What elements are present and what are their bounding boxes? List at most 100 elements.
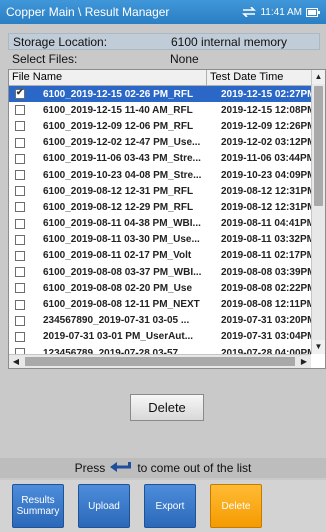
select-files-value: None [170,51,199,66]
file-row[interactable]: 6100_2019-08-11 03-30 PM_Use... 2019-08-1… [9,232,311,248]
results-summary-label: Results Summary [16,495,60,517]
info-panel: Storage Location: 6100 internal memory S… [8,33,320,67]
file-name-cell: 6100_2019-08-12 12-29 PM_RFL [43,201,194,213]
select-files-label: Select Files: [12,51,78,66]
file-row[interactable]: 6100_2019-12-15 02-26 PM_RFL 2019-12-15 0… [9,86,311,103]
export-label: Export [155,500,185,512]
delete-button[interactable]: Delete [130,394,204,421]
storage-location-value: 6100 internal memory [171,34,288,49]
file-list[interactable]: File Name Test Date Time 6100_2019-12-15… [8,69,326,369]
file-name-cell: 6100_2019-08-12 12-31 PM_RFL [43,185,194,197]
file-row[interactable]: 6100_2019-08-12 12-29 PM_RFL 2019-08-12 1… [9,199,311,215]
file-name-cell: 6100_2019-08-11 02-17 PM_Volt [43,250,192,262]
file-name-cell: 6100_2019-08-11 03-30 PM_Use... [43,234,200,246]
row-checkbox[interactable] [15,121,25,132]
row-checkbox[interactable] [15,315,25,326]
row-checkbox[interactable] [15,283,25,294]
test-date-cell: 2019-07-31 03:20PM [221,315,311,327]
test-date-cell: 2019-08-12 12:31PM [221,201,311,213]
test-date-cell: 2019-10-23 04:09PM [221,169,311,181]
row-checkbox[interactable] [15,202,25,213]
test-date-cell: 2019-08-11 03:32PM [221,234,311,246]
file-name-cell: 2019-07-31 03-01 PM_UserAut... [43,331,194,343]
delete-softkey-label: Delete [221,500,251,512]
row-checkbox[interactable] [15,105,25,116]
file-row[interactable]: 6100_2019-08-08 02-20 PM_Use 2019-08-08 0… [9,280,311,296]
file-name-cell: 6100_2019-08-11 04-38 PM_WBI... [43,218,201,230]
storage-location-row[interactable]: Storage Location: 6100 internal memory [8,33,320,50]
file-name-cell: 6100_2019-08-08 12-11 PM_NEXT [43,299,200,311]
storage-location-label: Storage Location: [13,34,108,49]
delete-softkey[interactable]: Delete [210,484,262,528]
file-name-cell: 6100_2019-12-15 02-26 PM_RFL [43,88,194,100]
softkey-bar: Results Summary Upload Export Delete [0,480,326,532]
column-header-test-date[interactable]: Test Date Time [207,70,311,85]
row-checkbox[interactable] [15,186,25,197]
file-row[interactable]: 6100_2019-08-08 03-37 PM_WBI... 2019-08-0… [9,264,311,280]
file-name-cell: 6100_2019-08-08 03-37 PM_WBI... [43,266,202,278]
vertical-scrollbar[interactable]: ▲ ▼ [311,70,325,354]
row-checkbox[interactable] [15,87,25,100]
row-checkbox[interactable] [15,250,25,261]
double-arrow-icon [242,7,257,17]
row-checkbox[interactable] [15,170,25,181]
scroll-down-arrow-icon[interactable]: ▼ [312,340,325,354]
battery-icon [306,7,320,17]
test-date-cell: 2019-12-15 12:08PM [221,104,311,116]
file-row[interactable]: 6100_2019-12-02 12-47 PM_Use... 2019-12-0… [9,135,311,151]
scroll-up-arrow-icon[interactable]: ▲ [312,70,325,84]
test-date-cell: 2019-12-09 12:26PM [221,120,311,132]
row-checkbox[interactable] [15,299,25,310]
file-row[interactable]: 6100_2019-08-11 02-17 PM_Volt 2019-08-11 … [9,248,311,264]
row-checkbox[interactable] [15,153,25,164]
file-name-cell: 6100_2019-11-06 03-43 PM_Stre... [43,153,201,165]
row-checkbox[interactable] [15,234,25,245]
upload-label: Upload [88,500,120,512]
file-rows: 6100_2019-12-15 02-26 PM_RFL 2019-12-15 0… [9,86,311,368]
test-date-cell: 2019-08-11 04:41PM [221,218,311,230]
window-title: Copper Main \ Result Manager [6,5,170,19]
back-arrow-icon [110,461,132,475]
test-date-cell: 2019-08-08 03:39PM [221,266,311,278]
file-row[interactable]: 234567890_2019-07-31 03-05 ... 2019-07-31… [9,313,311,329]
file-row[interactable]: 6100_2019-12-09 12-06 PM_RFL 2019-12-09 1… [9,118,311,134]
file-name-cell: 6100_2019-12-15 11-40 AM_RFL [43,104,193,116]
row-checkbox[interactable] [15,267,25,278]
scroll-right-arrow-icon[interactable]: ▶ [297,355,311,368]
status-area: 11:41 AM [242,7,326,18]
hint-suffix: to come out of the list [137,461,252,475]
file-name-cell: 6100_2019-10-23 04-08 PM_Stre... [43,169,202,181]
vertical-scroll-thumb[interactable] [314,86,323,206]
row-checkbox[interactable] [15,218,25,229]
test-date-cell: 2019-08-08 12:11PM [221,299,311,311]
upload-softkey[interactable]: Upload [78,484,130,528]
file-list-header: File Name Test Date Time [9,70,311,86]
file-name-cell: 6100_2019-12-09 12-06 PM_RFL [43,120,194,132]
file-name-cell: 6100_2019-12-02 12-47 PM_Use... [43,137,201,149]
row-checkbox[interactable] [15,137,25,148]
hint-prefix: Press [74,461,106,475]
column-header-file-name[interactable]: File Name [9,70,207,85]
export-softkey[interactable]: Export [144,484,196,528]
file-name-cell: 6100_2019-08-08 02-20 PM_Use [43,282,192,294]
file-row[interactable]: 6100_2019-08-12 12-31 PM_RFL 2019-08-12 1… [9,183,311,199]
horizontal-scrollbar[interactable]: ◀ ▶ [9,354,311,368]
test-date-cell: 2019-07-31 03:04PM [221,331,311,343]
test-date-cell: 2019-12-15 02:27PM [221,88,311,100]
results-summary-softkey[interactable]: Results Summary [12,484,64,528]
file-row[interactable]: 6100_2019-08-11 04-38 PM_WBI... 2019-08-1… [9,216,311,232]
file-row[interactable]: 6100_2019-10-23 04-08 PM_Stre... 2019-10-… [9,167,311,183]
file-row[interactable]: 2019-07-31 03-01 PM_UserAut... 2019-07-31… [9,329,311,345]
file-row[interactable]: 6100_2019-11-06 03-43 PM_Stre... 2019-11-… [9,151,311,167]
file-row[interactable]: 6100_2019-08-08 12-11 PM_NEXT 2019-08-08 … [9,296,311,312]
horizontal-scroll-thumb[interactable] [25,357,295,366]
title-bar: Copper Main \ Result Manager 11:41 AM [0,0,326,24]
test-date-cell: 2019-11-06 03:44PM [221,153,311,165]
select-files-row: Select Files: None [8,50,320,67]
test-date-cell: 2019-08-08 02:22PM [221,282,311,294]
file-row[interactable]: 6100_2019-12-15 11-40 AM_RFL 2019-12-15 1… [9,102,311,118]
scroll-left-arrow-icon[interactable]: ◀ [9,355,23,368]
row-checkbox[interactable] [15,331,25,342]
clock-time: 11:41 AM [260,6,302,18]
test-date-cell: 2019-08-12 12:31PM [221,185,311,197]
